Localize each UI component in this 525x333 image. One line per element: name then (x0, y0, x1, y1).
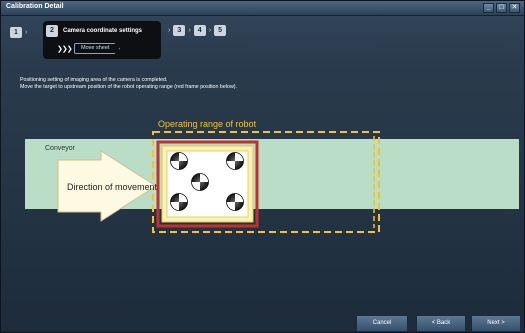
target-mark (226, 193, 244, 211)
target-mark (226, 152, 244, 170)
operating-range-diagram: Operating range of robot Conveyor Direct… (25, 119, 519, 233)
direction-label: Direction of movement (67, 182, 158, 192)
conveyor-label: Conveyor (45, 145, 76, 152)
cancel-button[interactable]: Cancel (356, 315, 408, 332)
calibration-detail-window: Calibration Detail _ □ ✕ 1 › 2 Camera co… (0, 0, 525, 333)
target-mark (170, 193, 188, 211)
operating-range-label: Operating range of robot (158, 119, 257, 129)
target-mark (170, 152, 188, 170)
target-mark (191, 173, 209, 191)
back-button[interactable]: < Back (416, 315, 466, 332)
next-button[interactable]: Next > (471, 315, 521, 332)
